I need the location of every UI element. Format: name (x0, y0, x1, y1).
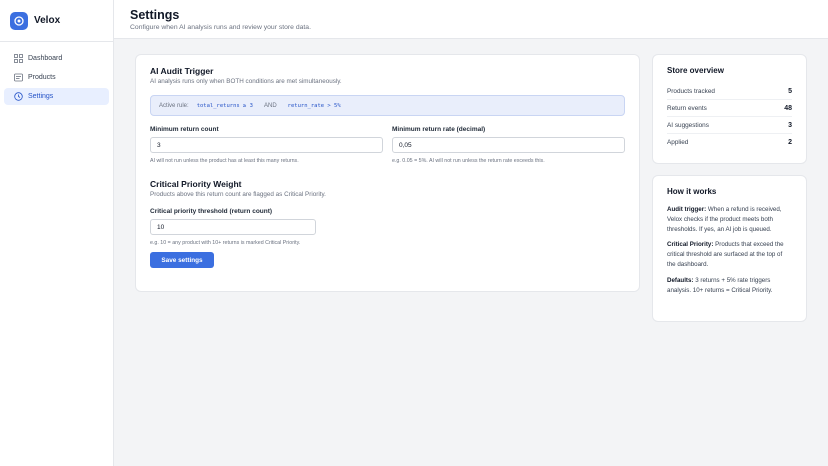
threshold-fields: Minimum return count 3 AI will not run u… (150, 126, 625, 165)
page-header: Settings Configure when AI analysis runs… (114, 0, 828, 39)
active-rule-label: Active rule: (159, 102, 189, 109)
active-rule-banner: Active rule: total_returns ≥ 3 AND retur… (150, 95, 625, 116)
sidebar-nav: Dashboard Products Settings (0, 42, 113, 115)
critical-priority-subtitle: Products above this return count are fla… (150, 191, 326, 198)
brand[interactable]: Velox (0, 0, 113, 42)
how-it-works-title: How it works (667, 187, 717, 196)
min-return-count-label: Minimum return count (150, 126, 219, 133)
sidebar-item-label: Products (28, 74, 56, 81)
overview-value: 3 (788, 121, 792, 129)
min-return-count-input[interactable]: 3 (150, 137, 383, 153)
audit-trigger-subtitle: AI analysis runs only when BOTH conditio… (150, 78, 342, 85)
velox-logo-icon (10, 11, 28, 30)
overview-value: 5 (788, 87, 792, 95)
sidebar-item-products[interactable]: Products (4, 69, 109, 86)
how-it-works-item: Critical Priority: Products that exceed … (667, 240, 792, 269)
how-it-works-card: How it works Audit trigger: When a refun… (652, 175, 807, 322)
rule-and-label: AND (263, 102, 277, 109)
min-return-count-hint: AI will not run unless the product has a… (150, 158, 299, 164)
critical-priority-title: Critical Priority Weight (150, 179, 242, 189)
overview-row: Return events 48 (667, 100, 792, 117)
save-settings-button[interactable]: Save settings (150, 252, 214, 268)
how-it-works-item: Audit trigger: When a refund is received… (667, 205, 792, 234)
rule-returns: total_returns ≥ 3 (196, 102, 253, 109)
how-it-works-term: Critical Priority: (667, 241, 714, 249)
how-it-works-term: Audit trigger: (667, 206, 707, 213)
overview-value: 2 (788, 139, 792, 146)
min-return-rate-field: Minimum return rate (decimal) 0,05 e.g. … (392, 126, 625, 165)
sidebar-item-label: Dashboard (28, 55, 63, 62)
overview-label: Return events (667, 104, 707, 112)
overview-label: Products tracked (667, 87, 715, 95)
overview-row: Applied 2 (667, 134, 792, 151)
page-title: Settings (130, 8, 180, 22)
sidebar-item-settings[interactable]: Settings (4, 88, 109, 105)
audit-trigger-title: AI Audit Trigger (150, 66, 214, 76)
clock-icon (14, 92, 23, 101)
page-subtitle: Configure when AI analysis runs and revi… (130, 24, 311, 31)
critical-threshold-label: Critical priority threshold (return coun… (150, 208, 273, 215)
min-return-count-field: Minimum return count 3 AI will not run u… (150, 126, 383, 165)
min-return-rate-hint: e.g. 0.05 = 5%. AI will not run unless t… (392, 158, 545, 164)
overview-value: 48 (784, 104, 792, 112)
box-icon (14, 73, 23, 82)
how-it-works-term: Defaults: (667, 276, 694, 284)
min-return-rate-input[interactable]: 0,05 (392, 137, 625, 153)
rule-rate: return_rate > 5% (287, 102, 341, 109)
settings-card: AI Audit Trigger AI analysis runs only w… (135, 54, 640, 292)
store-overview-card: Store overview Products tracked 5 Return… (652, 54, 807, 164)
min-return-rate-label: Minimum return rate (decimal) (392, 126, 486, 133)
critical-threshold-hint: e.g. 10 = any product with 10+ returns i… (150, 240, 301, 246)
store-overview-title: Store overview (667, 66, 724, 75)
brand-name: Velox (34, 15, 61, 26)
overview-row: Products tracked 5 (667, 83, 792, 100)
sidebar-item-label: Settings (28, 93, 54, 100)
how-it-works-item: Defaults: 3 returns + 5% rate triggers a… (667, 276, 792, 296)
grid-icon (14, 54, 23, 63)
critical-threshold-field: Critical priority threshold (return coun… (150, 208, 316, 247)
sidebar: Velox Dashboard Products Settings (0, 0, 114, 466)
overview-label: AI suggestions (667, 121, 709, 129)
critical-threshold-input[interactable]: 10 (150, 219, 316, 235)
overview-row: AI suggestions 3 (667, 117, 792, 134)
sidebar-item-dashboard[interactable]: Dashboard (4, 50, 109, 67)
overview-label: Applied (667, 139, 689, 146)
